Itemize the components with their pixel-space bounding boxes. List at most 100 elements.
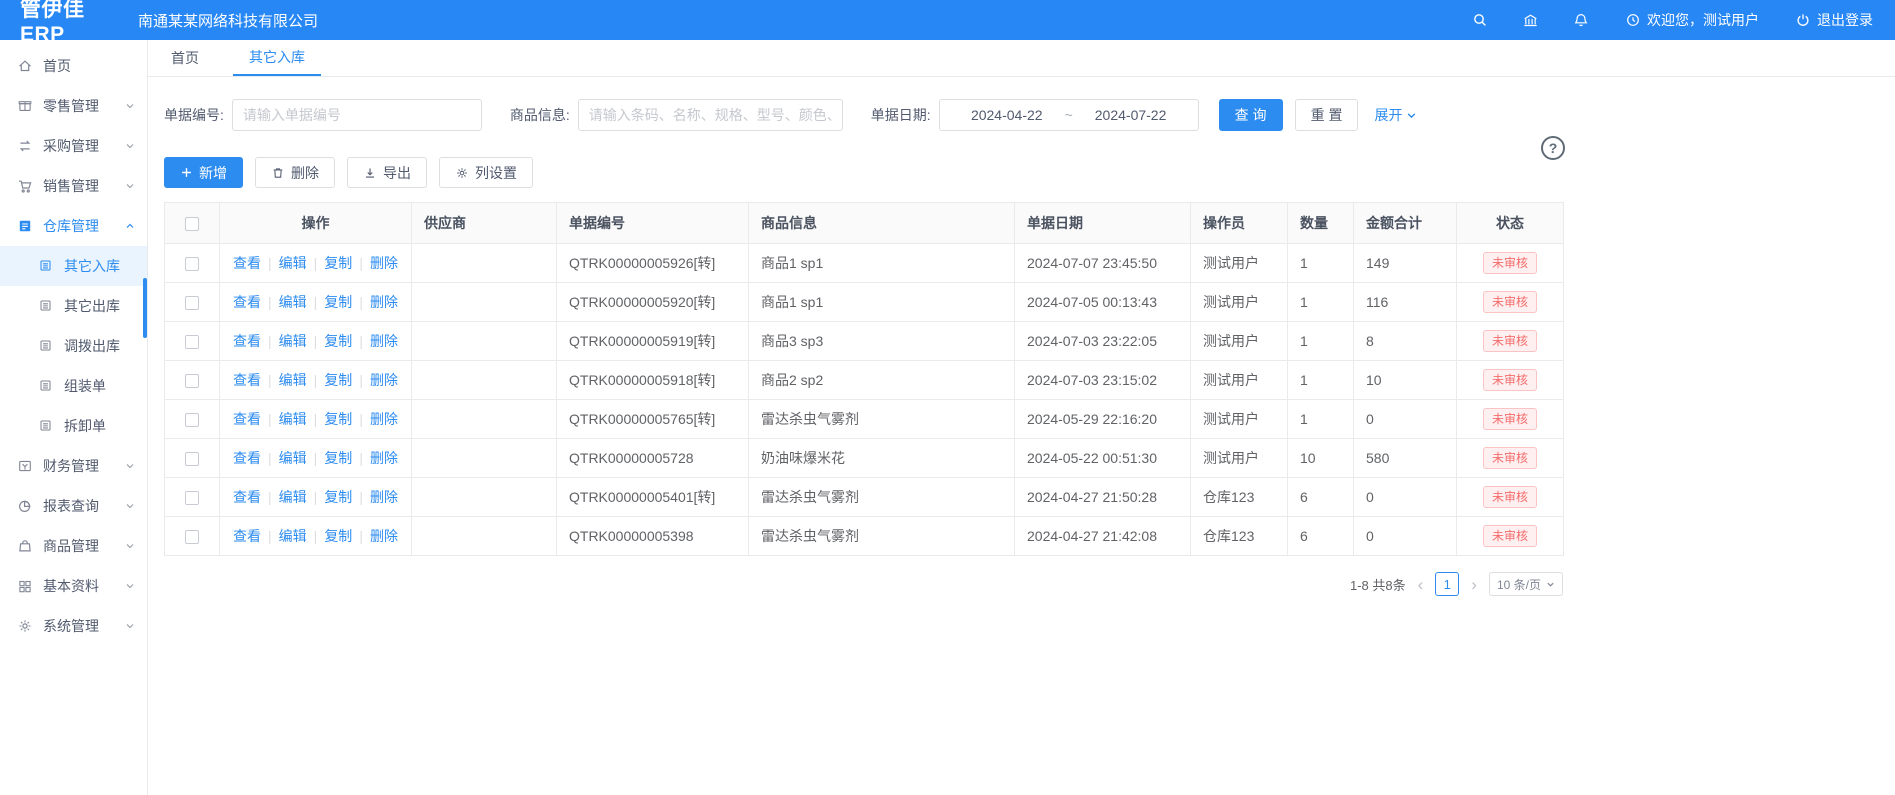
action-separator: | [314, 528, 318, 544]
sidebar-item-sales[interactable]: 销售管理 [0, 166, 147, 206]
delete-link[interactable]: 删除 [370, 372, 398, 388]
reset-button[interactable]: 重 置 [1295, 99, 1359, 131]
edit-link[interactable]: 编辑 [279, 372, 307, 388]
next-page-button[interactable]: › [1469, 576, 1479, 593]
delete-link[interactable]: 删除 [370, 333, 398, 349]
product-info-cell: 雷达杀虫气雾剂 [749, 517, 1015, 556]
order-no-input[interactable] [232, 99, 482, 131]
sidebar-item-products[interactable]: 商品管理 [0, 526, 147, 566]
copy-link[interactable]: 复制 [324, 489, 352, 505]
view-link[interactable]: 查看 [233, 372, 261, 388]
column-settings-button[interactable]: 列设置 [439, 157, 533, 188]
edit-link[interactable]: 编辑 [279, 255, 307, 271]
welcome-user[interactable]: 欢迎您，测试用户 [1625, 10, 1759, 30]
row-select-cell [165, 517, 220, 556]
delete-link[interactable]: 删除 [370, 450, 398, 466]
row-checkbox[interactable] [185, 335, 199, 349]
copy-link[interactable]: 复制 [324, 528, 352, 544]
sidebar-item-base-data[interactable]: 基本资料 [0, 566, 147, 606]
delete-link[interactable]: 删除 [370, 411, 398, 427]
copy-link[interactable]: 复制 [324, 411, 352, 427]
date-to-value: 2024-07-22 [1095, 107, 1167, 123]
edit-link[interactable]: 编辑 [279, 489, 307, 505]
sidebar-item-warehouse[interactable]: 仓库管理 [0, 206, 147, 246]
row-checkbox[interactable] [185, 452, 199, 466]
edit-link[interactable]: 编辑 [279, 333, 307, 349]
row-checkbox[interactable] [185, 413, 199, 427]
delete-link[interactable]: 删除 [370, 489, 398, 505]
copy-link[interactable]: 复制 [324, 255, 352, 271]
delete-link[interactable]: 删除 [370, 528, 398, 544]
sidebar-item-retail[interactable]: 零售管理 [0, 86, 147, 126]
logout-text: 退出登录 [1817, 10, 1873, 30]
order-date-cell: 2024-04-27 21:42:08 [1015, 517, 1191, 556]
sidebar-item-home[interactable]: 首页 [0, 46, 147, 86]
order-date-label: 单据日期: [871, 105, 931, 125]
copy-link[interactable]: 复制 [324, 294, 352, 310]
delete-link[interactable]: 删除 [370, 294, 398, 310]
tab-home[interactable]: 首页 [155, 40, 215, 76]
sidebar-item-other-inbound[interactable]: 其它入库 [0, 246, 147, 286]
edit-link[interactable]: 编辑 [279, 450, 307, 466]
export-button[interactable]: 导出 [347, 157, 427, 188]
quantity-cell: 1 [1288, 322, 1354, 361]
view-link[interactable]: 查看 [233, 489, 261, 505]
date-range-picker[interactable]: 2024-04-22 ~ 2024-07-22 [939, 99, 1199, 131]
sidebar-item-assembly[interactable]: 组装单 [0, 366, 147, 406]
table-row: 查看|编辑|复制|删除 QTRK00000005401[转] 雷达杀虫气雾剂 2… [165, 478, 1564, 517]
row-select-cell [165, 322, 220, 361]
delete-button[interactable]: 删除 [255, 157, 335, 188]
product-info-input[interactable] [578, 99, 843, 131]
row-checkbox[interactable] [185, 374, 199, 388]
row-checkbox[interactable] [185, 296, 199, 310]
edit-link[interactable]: 编辑 [279, 528, 307, 544]
status-badge: 未审核 [1483, 369, 1537, 391]
bank-icon[interactable] [1522, 12, 1539, 29]
sidebar-item-finance[interactable]: 财务管理 [0, 446, 147, 486]
order-no-cell: QTRK00000005398 [557, 517, 749, 556]
sidebar-item-system[interactable]: 系统管理 [0, 606, 147, 646]
copy-link[interactable]: 复制 [324, 372, 352, 388]
row-checkbox[interactable] [185, 491, 199, 505]
logout-button[interactable]: 退出登录 [1795, 10, 1873, 30]
view-link[interactable]: 查看 [233, 255, 261, 271]
edit-link[interactable]: 编辑 [279, 411, 307, 427]
copy-link[interactable]: 复制 [324, 333, 352, 349]
help-icon[interactable]: ? [1541, 136, 1565, 160]
pie-chart-icon [17, 498, 33, 514]
sidebar-scrollbar-thumb[interactable] [143, 278, 147, 338]
select-all-checkbox[interactable] [185, 217, 199, 231]
status-cell: 未审核 [1457, 283, 1564, 322]
sidebar-item-transfer-outbound[interactable]: 调拨出库 [0, 326, 147, 366]
view-link[interactable]: 查看 [233, 411, 261, 427]
search-button[interactable]: 查 询 [1219, 99, 1283, 131]
delete-link[interactable]: 删除 [370, 255, 398, 271]
row-checkbox[interactable] [185, 257, 199, 271]
table-row: 查看|编辑|复制|删除 QTRK00000005926[转] 商品1 sp1 2… [165, 244, 1564, 283]
page-size-select[interactable]: 10 条/页 [1489, 572, 1563, 596]
sidebar-item-purchase[interactable]: 采购管理 [0, 126, 147, 166]
search-icon[interactable] [1472, 12, 1488, 28]
row-checkbox[interactable] [185, 530, 199, 544]
sidebar-item-reports[interactable]: 报表查询 [0, 486, 147, 526]
add-button[interactable]: 新增 [164, 157, 243, 188]
expand-link[interactable]: 展开 [1374, 105, 1417, 125]
logout-icon [1795, 12, 1811, 28]
view-link[interactable]: 查看 [233, 333, 261, 349]
sidebar-item-disassembly[interactable]: 拆卸单 [0, 406, 147, 446]
tab-other-inbound[interactable]: 其它入库 [233, 40, 321, 76]
current-page-button[interactable]: 1 [1435, 572, 1459, 596]
view-link[interactable]: 查看 [233, 294, 261, 310]
prev-page-button[interactable]: ‹ [1416, 576, 1426, 593]
view-link[interactable]: 查看 [233, 528, 261, 544]
bell-icon[interactable] [1573, 12, 1589, 28]
row-select-cell [165, 478, 220, 517]
view-link[interactable]: 查看 [233, 450, 261, 466]
pagination: 1-8 共8条 ‹ 1 › 10 条/页 [148, 572, 1563, 596]
sidebar-item-other-outbound[interactable]: 其它出库 [0, 286, 147, 326]
copy-link[interactable]: 复制 [324, 450, 352, 466]
operator-cell: 测试用户 [1191, 322, 1288, 361]
status-badge: 未审核 [1483, 330, 1537, 352]
quantity-cell: 6 [1288, 517, 1354, 556]
edit-link[interactable]: 编辑 [279, 294, 307, 310]
